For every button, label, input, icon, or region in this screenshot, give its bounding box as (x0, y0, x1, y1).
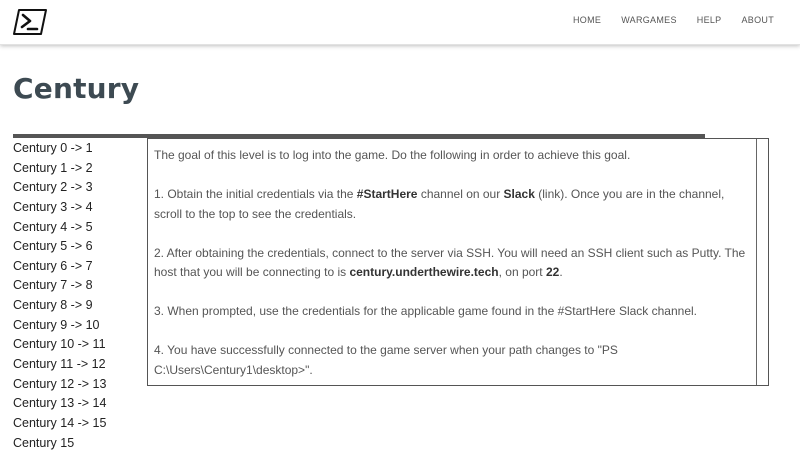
intro-text: The goal of this level is to log into th… (154, 148, 631, 162)
nav-link-help[interactable]: HELP (697, 15, 722, 25)
host-name: century.underthewire.tech (349, 265, 499, 279)
nav-link-wargames[interactable]: WARGAMES (621, 15, 677, 25)
sidebar-item-century-6[interactable]: Century 6 -> 7 (13, 257, 143, 277)
step-3-text: 3. When prompted, use the credentials fo… (154, 304, 697, 318)
sidebar-item-century-9[interactable]: Century 9 -> 10 (13, 316, 143, 336)
page-title: Century (13, 72, 140, 105)
sidebar-item-century-1[interactable]: Century 1 -> 2 (13, 159, 143, 179)
step-2-text-middle: , on port (498, 265, 546, 279)
main-nav: HOME WARGAMES HELP ABOUT (573, 15, 774, 25)
sidebar-item-century-12[interactable]: Century 12 -> 13 (13, 375, 143, 395)
sidebar-item-century-13[interactable]: Century 13 -> 14 (13, 394, 143, 414)
nav-link-about[interactable]: ABOUT (741, 15, 774, 25)
step-1-text: 1. Obtain the initial credentials via th… (154, 187, 357, 201)
level-instructions: The goal of this level is to log into th… (147, 138, 769, 386)
sidebar-item-century-14[interactable]: Century 14 -> 15 (13, 414, 143, 434)
sidebar-item-century-11[interactable]: Century 11 -> 12 (13, 355, 143, 375)
port-number: 22 (545, 265, 560, 279)
step-1-paragraph: 1. Obtain the initial credentials via th… (154, 185, 760, 224)
sidebar-item-century-3[interactable]: Century 3 -> 4 (13, 198, 143, 218)
step-2-paragraph: 2. After obtaining the credentials, conn… (154, 244, 760, 283)
sidebar-item-century-0[interactable]: Century 0 -> 1 (13, 139, 143, 159)
sidebar-item-century-10[interactable]: Century 10 -> 11 (13, 335, 143, 355)
intro-paragraph: The goal of this level is to log into th… (154, 146, 760, 166)
sidebar-item-century-7[interactable]: Century 7 -> 8 (13, 276, 143, 296)
nav-link-home[interactable]: HOME (573, 15, 601, 25)
sidebar-item-century-15[interactable]: Century 15 (13, 434, 143, 454)
step-3-paragraph: 3. When prompted, use the credentials fo… (154, 302, 760, 322)
slack-label: Slack (503, 187, 535, 201)
step-1-text-middle: channel on our (417, 187, 504, 201)
top-navbar: HOME WARGAMES HELP ABOUT (0, 0, 800, 45)
sidebar-item-century-8[interactable]: Century 8 -> 9 (13, 296, 143, 316)
step-2-text-after: . (559, 265, 563, 279)
sidebar-item-century-5[interactable]: Century 5 -> 6 (13, 237, 143, 257)
content-inner-border (756, 139, 757, 385)
powershell-prompt-icon[interactable] (13, 9, 47, 35)
step-4-paragraph: 4. You have successfully connected to th… (154, 341, 760, 380)
level-sidebar: Century 0 -> 1 Century 1 -> 2 Century 2 … (13, 139, 143, 453)
sidebar-item-century-4[interactable]: Century 4 -> 5 (13, 218, 143, 238)
sidebar-item-century-2[interactable]: Century 2 -> 3 (13, 178, 143, 198)
step-4-text: 4. You have successfully connected to th… (154, 343, 618, 377)
starthere-channel-label: #StartHere (356, 187, 418, 201)
